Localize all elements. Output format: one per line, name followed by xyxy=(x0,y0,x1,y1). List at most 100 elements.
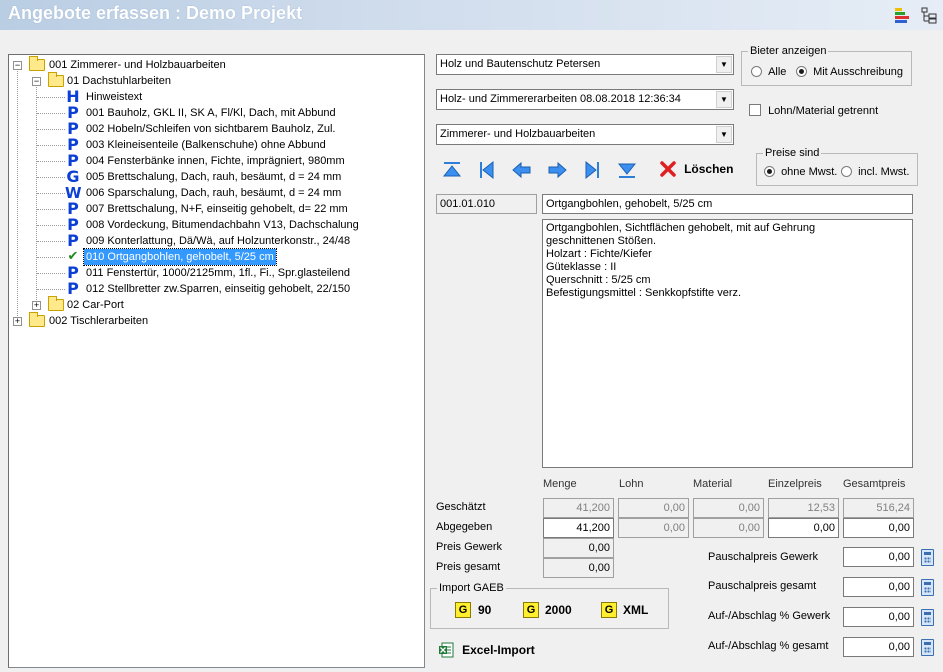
auf-abschlag-gewerk-field[interactable]: 0,00 xyxy=(843,607,914,627)
dropdown-arrow-icon[interactable]: ▼ xyxy=(716,56,732,73)
position-tree[interactable]: − 001 Zimmerer- und Holzbauarbeiten − 01… xyxy=(8,54,425,668)
tree-node-label: 01 Dachstuhlarbeiten xyxy=(67,75,171,87)
tree-node-label: 001 Bauholz, GKL II, SK A, Fl/Kl, Dach, … xyxy=(86,107,336,119)
import-2000-label: 2000 xyxy=(545,603,572,617)
tree-view-icon[interactable] xyxy=(920,6,938,24)
g-icon: G xyxy=(66,167,80,186)
collapse-expander[interactable]: − xyxy=(32,77,41,86)
radio-incl-mwst[interactable]: incl. Mwst. xyxy=(841,166,909,178)
pauschal-gewerk-label: Pauschalpreis Gewerk xyxy=(708,551,819,563)
excel-icon xyxy=(439,642,454,658)
abgegeben-menge[interactable]: 41,200 xyxy=(543,518,614,538)
radio-label: incl. Mwst. xyxy=(858,166,910,178)
dropdown-arrow-icon[interactable]: ▼ xyxy=(716,126,732,143)
tree-node-label: 010 Ortgangbohlen, gehobelt, 5/25 cm xyxy=(83,248,277,266)
tree-node-001[interactable]: − 001 Zimmerer- und Holzbauarbeiten xyxy=(9,56,419,73)
tree-connector xyxy=(37,113,65,114)
tree-node-label: 009 Konterlattung, Dä/Wä, auf Holzunterk… xyxy=(86,235,351,247)
tree-connector xyxy=(37,161,65,162)
preis-gesamt-field: 0,00 xyxy=(543,558,614,578)
tree-node-label: 001 Zimmerer- und Holzbauarbeiten xyxy=(49,59,226,71)
last-icon[interactable] xyxy=(616,160,638,180)
short-text-field[interactable]: Ortgangbohlen, gehobelt, 5/25 cm xyxy=(542,194,913,214)
tree-connector xyxy=(37,225,65,226)
calculator-icon[interactable] xyxy=(921,609,934,626)
prev-icon[interactable] xyxy=(511,160,533,180)
geschaetzt-menge: 41,200 xyxy=(543,498,614,518)
radio-button[interactable] xyxy=(841,166,852,177)
tree-connector xyxy=(37,193,65,194)
chart-icon[interactable] xyxy=(893,6,911,24)
pauschal-gesamt-field[interactable]: 0,00 xyxy=(843,577,914,597)
expand-expander[interactable]: + xyxy=(13,317,22,326)
prev-group-icon[interactable] xyxy=(476,160,498,180)
delete-label: Löschen xyxy=(684,162,734,176)
group-legend: Import GAEB xyxy=(439,582,504,594)
window-title: Angebote erfassen : Demo Projekt xyxy=(8,3,303,23)
import-gaeb-xml-button[interactable]: G XML xyxy=(601,602,656,620)
group-legend: Preise sind xyxy=(765,147,820,159)
auf-abschlag-gesamt-label: Auf-/Abschlag % gesamt xyxy=(708,640,829,652)
pauschal-gewerk-field[interactable]: 0,00 xyxy=(843,547,914,567)
column-header-material: Material xyxy=(693,478,733,490)
collapse-expander[interactable]: − xyxy=(13,61,22,70)
tree-node-02[interactable]: + 02 Car-Port xyxy=(9,296,419,313)
auf-abschlag-gesamt-field[interactable]: 0,00 xyxy=(843,637,914,657)
tree-node-label: 007 Brettschalung, N+F, einseitig gehobe… xyxy=(86,203,348,215)
import-90-label: 90 xyxy=(478,603,492,617)
abgegeben-einzelpreis[interactable]: 0,00 xyxy=(768,518,839,538)
radio-button[interactable] xyxy=(764,166,775,177)
calculator-icon[interactable] xyxy=(921,549,934,566)
import-xml-label: XML xyxy=(623,603,649,617)
lohn-material-checkbox[interactable]: Lohn/Material getrennt xyxy=(749,104,878,117)
tree-connector xyxy=(37,97,65,98)
radio-label: ohne Mwst. xyxy=(781,166,838,178)
radio-alle[interactable]: Alle xyxy=(751,66,786,78)
dropdown-arrow-icon[interactable]: ▼ xyxy=(716,91,732,108)
next-group-icon[interactable] xyxy=(581,160,603,180)
import-gaeb-90-button[interactable]: G 90 xyxy=(455,602,505,620)
excel-import-button[interactable]: Excel-Import xyxy=(438,642,535,660)
pauschal-gesamt-label: Pauschalpreis gesamt xyxy=(708,580,817,592)
radio-button[interactable] xyxy=(751,66,762,77)
geschaetzt-gesamtpreis: 516,24 xyxy=(843,498,914,518)
tree-item-position[interactable]: G 005 Brettschalung, Dach, rauh, besäumt… xyxy=(9,169,419,185)
column-header-gesamtpreis: Gesamtpreis xyxy=(843,478,906,490)
delete-button[interactable]: Löschen xyxy=(659,160,733,180)
import-gaeb-2000-button[interactable]: G 2000 xyxy=(523,602,583,620)
group-legend: Bieter anzeigen xyxy=(750,45,827,57)
angebot-combo[interactable]: Holz- und Zimmererarbeiten 08.08.2018 12… xyxy=(436,89,734,110)
calculator-icon[interactable] xyxy=(921,579,934,596)
bieter-combo[interactable]: Holz und Bautenschutz Petersen ▼ xyxy=(436,54,734,75)
next-icon[interactable] xyxy=(546,160,568,180)
gewerk-combo[interactable]: Zimmerer- und Holzbauarbeiten ▼ xyxy=(436,124,734,145)
radio-ohne-mwst[interactable]: ohne Mwst. xyxy=(764,166,837,178)
angebot-combo-value: Holz- und Zimmererarbeiten 08.08.2018 12… xyxy=(440,93,681,105)
checkbox[interactable] xyxy=(749,104,761,116)
folder-icon xyxy=(48,296,64,311)
radio-mit-ausschreibung[interactable]: Mit Ausschreibung xyxy=(796,66,903,78)
tree-node-label: 012 Stellbretter zw.Sparren, einseitig g… xyxy=(86,283,351,295)
tree-item-position[interactable]: P 009 Konterlattung, Dä/Wä, auf Holzunte… xyxy=(9,233,419,249)
radio-button[interactable] xyxy=(796,66,807,77)
tree-node-label: 002 Hobeln/Schleifen von sichtbarem Bauh… xyxy=(86,123,336,135)
first-icon[interactable] xyxy=(441,160,463,180)
abgegeben-lohn: 0,00 xyxy=(618,518,689,538)
geschaetzt-material: 0,00 xyxy=(693,498,764,518)
tree-connector xyxy=(37,257,65,258)
tree-connector xyxy=(37,177,65,178)
preis-gewerk-label: Preis Gewerk xyxy=(436,541,503,553)
auf-abschlag-gewerk-label: Auf-/Abschlag % Gewerk xyxy=(708,610,831,622)
excel-import-label: Excel-Import xyxy=(462,643,535,657)
expand-expander[interactable]: + xyxy=(32,301,41,310)
gewerk-combo-value: Zimmerer- und Holzbauarbeiten xyxy=(440,128,596,140)
calculator-icon[interactable] xyxy=(921,639,934,656)
tree-item-position[interactable]: P 012 Stellbretter zw.Sparren, einseitig… xyxy=(9,281,419,297)
column-header-einzelpreis: Einzelpreis xyxy=(768,478,822,490)
delete-x-icon xyxy=(660,161,676,177)
tree-node-label: 003 Kleineisenteile (Balkenschuhe) ohne … xyxy=(86,139,326,151)
long-text-area[interactable]: Ortgangbohlen, Sichtflächen gehobelt, mi… xyxy=(542,219,913,468)
abgegeben-gesamtpreis[interactable]: 0,00 xyxy=(843,518,914,538)
folder-icon xyxy=(29,312,45,327)
tree-node-002[interactable]: + 002 Tischlerarbeiten xyxy=(9,312,419,329)
